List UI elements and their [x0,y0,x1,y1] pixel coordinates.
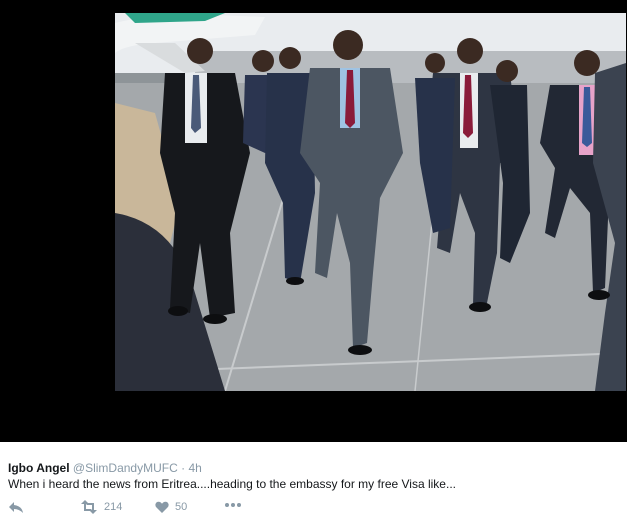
author-handle[interactable]: @SlimDandyMUFC [73,461,178,475]
like-count: 50 [175,501,188,513]
tweet-photo[interactable] [115,13,626,391]
more-button[interactable] [224,502,242,508]
author-name[interactable]: Igbo Angel [8,461,70,475]
reply-button[interactable] [8,500,24,514]
retweet-button[interactable]: 214 [80,500,122,514]
photo-scene [115,13,626,391]
tweet-header: Igbo Angel @SlimDandyMUFC · 4h [8,461,202,475]
tweet-actions: 214 50 [0,500,627,517]
reply-icon [8,500,24,514]
retweet-count: 214 [104,501,123,513]
tweet-card: Igbo Angel @SlimDandyMUFC · 4h When i he… [0,0,627,517]
like-button[interactable]: 50 [155,500,187,514]
tweet-text: When i heard the news from Eritrea....he… [8,477,456,491]
retweet-icon [80,500,98,514]
tweet-timestamp[interactable]: 4h [188,461,201,475]
more-dots-icon [224,502,242,508]
header-separator: · [181,461,186,475]
heart-icon [155,501,169,514]
media-frame [0,0,627,442]
